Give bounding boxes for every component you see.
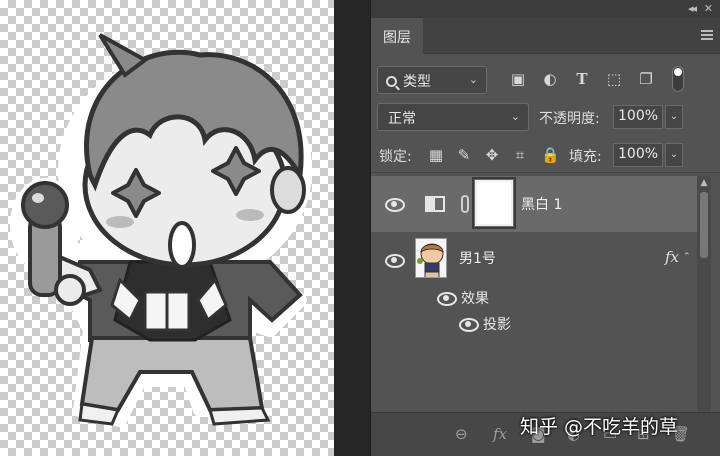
collapse-effects-chevron-icon[interactable]: ⌃ <box>683 252 691 262</box>
shape-filter-icon[interactable]: ⬚ <box>605 70 623 88</box>
effect-item-drop-shadow[interactable]: 投影 <box>483 314 511 334</box>
layer-row-black-white[interactable]: 黑白 1 <box>371 176 697 232</box>
tab-layers[interactable]: 图层 <box>371 18 423 54</box>
document-canvas[interactable] <box>0 0 334 456</box>
opacity-label: 不透明度: <box>539 111 600 127</box>
scroll-thumb[interactable] <box>700 192 708 258</box>
filter-kind-label: 类型 <box>403 74 431 90</box>
layer-thumbnail[interactable] <box>415 238 447 278</box>
layer-name[interactable]: 男1号 <box>459 248 496 268</box>
eye-icon[interactable] <box>385 254 405 268</box>
blend-mode-select[interactable]: 正常 ⌄ <box>377 103 529 131</box>
scroll-up-icon[interactable]: ▲ <box>697 176 711 190</box>
layer-name[interactable]: 黑白 1 <box>521 194 562 214</box>
layer-row-boy[interactable]: 男1号 fx ⌃ <box>371 234 697 288</box>
double-chevron-left-icon[interactable]: ◂◂ <box>688 2 697 15</box>
opacity-slider-toggle[interactable]: ⌄ <box>665 105 683 129</box>
panel-title-bar: ◂◂ ✕ <box>371 0 720 18</box>
adjustment-filter-icon[interactable]: ◐ <box>541 70 559 88</box>
eye-icon[interactable] <box>459 318 479 332</box>
close-icon[interactable]: ✕ <box>704 2 713 15</box>
fill-field[interactable]: 100% <box>613 143 663 167</box>
lock-all-icon[interactable]: 🔒 <box>541 146 560 164</box>
chevron-down-icon: ⌄ <box>468 73 478 86</box>
panel-menu-icon[interactable] <box>701 30 713 40</box>
link-layers-icon[interactable]: ⊖ <box>455 425 468 443</box>
add-style-icon[interactable]: fx <box>493 425 507 443</box>
layer-mask-thumbnail[interactable] <box>472 177 516 229</box>
panel-tab-bar: 图层 <box>371 18 720 54</box>
smart-object-filter-icon[interactable]: ❐ <box>637 70 655 88</box>
search-icon <box>386 76 397 87</box>
lock-label: 锁定: <box>379 149 412 165</box>
type-filter-icon[interactable]: T <box>573 70 591 88</box>
filter-toggle[interactable] <box>672 66 684 92</box>
layers-scrollbar[interactable]: ▲ <box>697 176 711 412</box>
fill-slider-toggle[interactable]: ⌄ <box>665 143 683 167</box>
canvas-gutter <box>334 0 370 456</box>
blend-mode-value: 正常 <box>388 111 416 127</box>
black-white-adjustment-icon[interactable] <box>425 196 445 212</box>
divider <box>371 172 720 173</box>
eye-icon[interactable] <box>437 292 457 306</box>
layer-filter-select[interactable]: 类型 ⌄ <box>377 66 487 94</box>
fill-label: 填充: <box>569 149 602 165</box>
image-filter-icon[interactable]: ▣ <box>509 70 527 88</box>
lock-transparent-icon[interactable]: ▦ <box>427 146 445 164</box>
effects-label: 效果 <box>461 291 489 307</box>
chevron-down-icon: ⌄ <box>510 110 520 123</box>
eye-icon[interactable] <box>385 198 405 212</box>
watermark: 知乎 @不吃羊的草 <box>520 416 679 438</box>
chain-link-icon[interactable] <box>461 195 469 213</box>
fx-icon[interactable]: fx <box>665 248 679 266</box>
opacity-field[interactable]: 100% <box>613 105 663 129</box>
layers-panel: ◂◂ ✕ 图层 类型 ⌄ ▣ ◐ T ⬚ ❐ 正常 ⌄ 不透明度: 100% ⌄… <box>370 0 720 456</box>
character-illustration <box>10 33 312 427</box>
lock-position-move-icon[interactable]: ✥ <box>483 146 501 164</box>
lock-artboard-icon[interactable]: ⌗ <box>511 146 529 164</box>
lock-image-brush-icon[interactable]: ✎ <box>455 146 473 164</box>
